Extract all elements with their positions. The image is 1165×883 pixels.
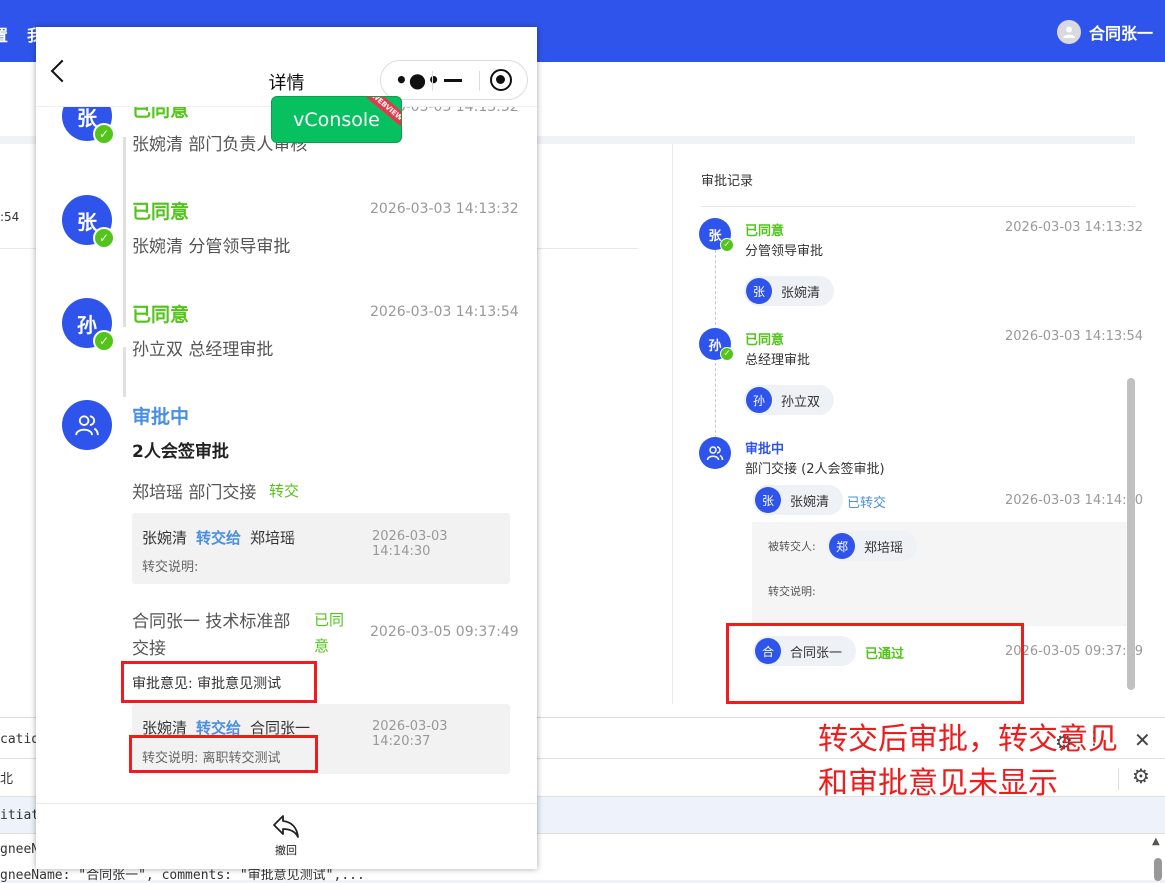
transfer-tag: 已转交 xyxy=(847,496,887,511)
console-scrollbar[interactable] xyxy=(1154,858,1162,881)
annotation-box-opinion xyxy=(121,661,317,703)
vconsole-button[interactable]: vConsole WEBVIEW xyxy=(271,96,402,143)
transfer-time: 2026-03-03 14:20:37 xyxy=(372,719,448,749)
record-node: 总经理审批 xyxy=(745,353,811,368)
timeline-connector xyxy=(715,250,716,330)
person-chip: 孙 孙立双 xyxy=(744,385,835,415)
vconsole-label: vConsole xyxy=(293,108,380,131)
transfer-note: 转交说明: xyxy=(142,560,199,575)
annotation-line2: 和审批意见未显示 xyxy=(818,766,1058,801)
person-name: 郑培瑶 xyxy=(864,540,904,556)
transfer-from: 张婉清 xyxy=(142,529,188,547)
record-status: 审批中 xyxy=(745,442,785,457)
check-icon: ✓ xyxy=(93,123,115,145)
phone-footer: 撤回 xyxy=(36,803,537,869)
transfer-time: 2026-03-03 14:14:30 xyxy=(372,529,448,559)
approver-line1: 合同张一 技术标准部 xyxy=(132,612,291,632)
user-menu[interactable]: 合同张一 xyxy=(1056,20,1153,44)
person-avatar: 张 xyxy=(755,487,781,513)
transfer-to: 郑培瑶 xyxy=(250,529,296,547)
entry-desc: 孙立双 总经理审批 xyxy=(132,340,274,360)
scroll-up-arrow-icon[interactable]: ▲ xyxy=(1152,836,1160,847)
revoke-label: 撤回 xyxy=(275,844,297,857)
person-avatar: 张 xyxy=(746,278,772,304)
revoke-button[interactable]: 撤回 xyxy=(266,812,306,862)
divider xyxy=(1118,768,1119,790)
record-status: 已同意 xyxy=(745,333,785,348)
approved-tag: 已同 xyxy=(314,611,345,629)
person-name: 张婉清 xyxy=(790,494,830,510)
transfer-record-box: 张婉清 转交给 郑培瑶 2026-03-03 14:14:30 转交说明: xyxy=(132,513,510,584)
record-time: 2026-03-03 14:13:54 xyxy=(1005,329,1144,344)
annotation-line1: 转交后审批，转交意见 xyxy=(818,722,1118,757)
records-scrollbar[interactable] xyxy=(1127,378,1135,690)
record-node: 分管领导审批 xyxy=(745,244,824,259)
console-line: gneeN xyxy=(0,842,40,857)
record-time: 2026-03-05 09:37:49 xyxy=(1005,644,1144,659)
user-name: 合同张一 xyxy=(1088,24,1153,43)
person-chip: 张 张婉清 xyxy=(744,276,835,306)
nav-item-settings[interactable]: 置 xyxy=(0,22,8,46)
divider xyxy=(701,206,1135,207)
approve-time: 2026-03-05 09:37:49 xyxy=(370,624,519,640)
in-progress-icon xyxy=(62,400,112,450)
transfer-action: 转交给 xyxy=(196,529,242,547)
person-chip: 张 张婉清 xyxy=(753,485,844,515)
transfer-tag: 转交 xyxy=(269,482,300,500)
timeline-line xyxy=(123,347,126,397)
check-icon: ✓ xyxy=(720,347,734,361)
record-time: 2026-03-03 14:13:32 xyxy=(1005,220,1144,235)
record-time: 2026-03-03 14:14:30 xyxy=(1005,493,1144,508)
approver-line2: 交接 xyxy=(132,639,166,659)
record-node: 部门交接 (2人会签审批) xyxy=(745,462,885,477)
person-avatar: 郑 xyxy=(829,533,855,559)
left-time-fragment: :54 xyxy=(0,210,20,224)
record-status: 已同意 xyxy=(745,224,785,239)
entry-time: 2026-03-03 14:13:32 xyxy=(370,201,519,217)
transferee-label: 被转交人: xyxy=(768,540,816,553)
person-avatar: 孙 xyxy=(746,387,772,413)
approval-records-title: 审批记录 xyxy=(701,174,754,189)
entry-status: 已同意 xyxy=(132,201,190,223)
approved-tag-cont: 意 xyxy=(314,637,330,655)
divider xyxy=(432,71,433,91)
revoke-arrow-icon xyxy=(273,815,299,838)
user-avatar-icon xyxy=(1056,20,1081,44)
transfer-note-label: 转交说明: xyxy=(768,585,816,598)
check-icon: ✓ xyxy=(93,227,115,249)
menu-capsule: •●• xyxy=(380,60,528,100)
close-target-icon[interactable] xyxy=(490,69,512,91)
devtools-row: 北 xyxy=(0,772,14,787)
divider xyxy=(479,71,480,91)
devtools-settings-gear-icon[interactable]: ⚙ xyxy=(1132,764,1150,788)
person-name: 张婉清 xyxy=(781,285,821,301)
entry-time: 2026-03-03 14:13:54 xyxy=(370,304,519,320)
more-dots-icon[interactable]: •●• xyxy=(395,68,441,92)
check-icon: ✓ xyxy=(93,330,115,352)
annotation-note: 转交后审批，转交意见 和审批意见未显示 xyxy=(818,718,1118,806)
in-progress-icon xyxy=(699,437,731,469)
person-name: 孙立双 xyxy=(781,394,821,410)
phone-header: 详情 •●• xyxy=(36,27,537,107)
minimize-icon[interactable] xyxy=(444,79,462,82)
timeline-line xyxy=(123,137,126,327)
close-icon[interactable]: ✕ xyxy=(1134,728,1151,752)
entry-status: 已同意 xyxy=(132,304,190,326)
current-status: 审批中 xyxy=(132,406,190,428)
countersign-type: 2人会签审批 xyxy=(132,442,229,462)
annotation-box-record xyxy=(726,623,1024,704)
timeline-connector xyxy=(715,358,716,438)
check-icon: ✓ xyxy=(720,238,734,252)
annotation-box-transfer-note xyxy=(129,735,318,773)
assignee: 郑培瑶 部门交接 xyxy=(132,483,257,503)
entry-desc: 张婉清 分管领导审批 xyxy=(132,237,291,257)
transferee-chip: 郑 郑培瑶 xyxy=(827,531,918,561)
